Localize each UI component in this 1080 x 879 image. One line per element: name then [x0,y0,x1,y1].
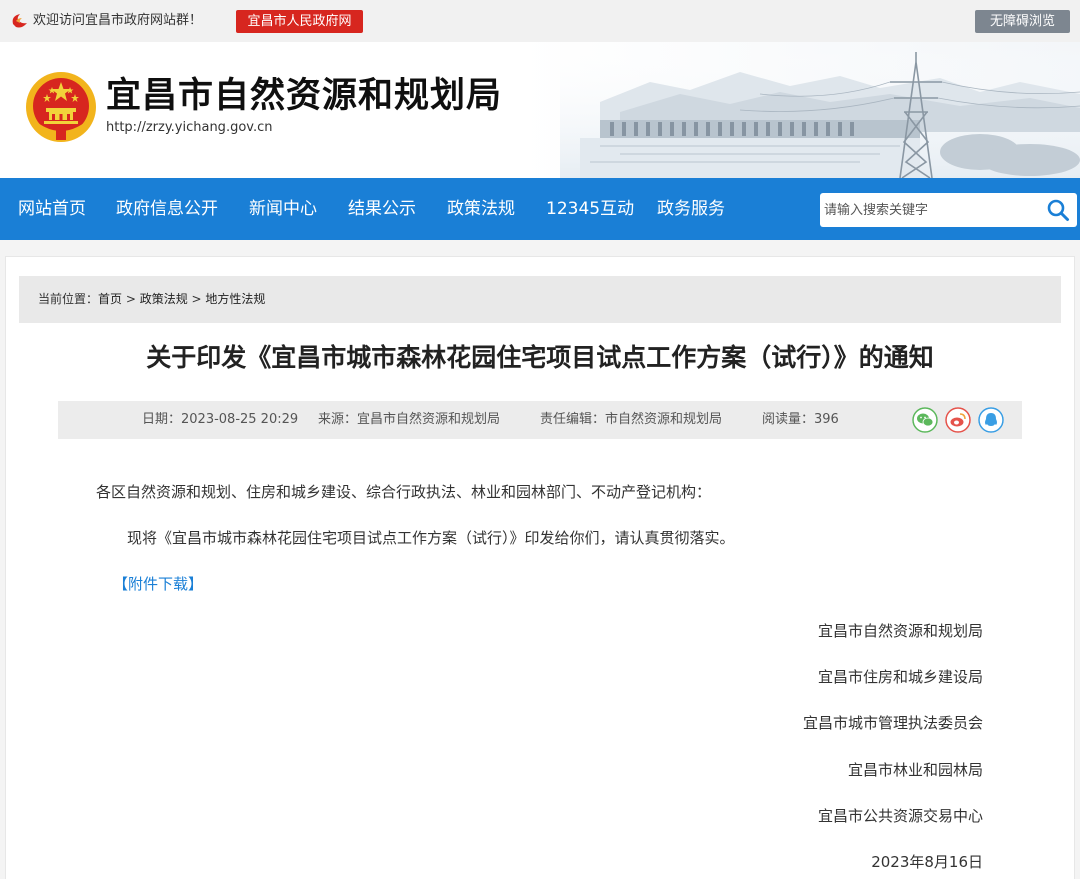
nav-item-12345[interactable]: 12345互动 [546,178,634,240]
breadcrumb-prefix: 当前位置： [38,292,99,306]
signatory: 宜昌市自然资源和规划局 [817,622,983,640]
search-box [820,193,1077,227]
meta-views: 阅读量：396 [762,412,839,427]
site-title: 宜昌市自然资源和规划局 [106,76,503,116]
nav-item-policy[interactable]: 政策法规 [447,178,515,240]
article-meta: 日期：2023-08-25 20:29 来源：宜昌市自然资源和规划局 责任编辑：… [58,401,1022,439]
nav-item-results[interactable]: 结果公示 [348,178,416,240]
site-header: 宜昌市自然资源和规划局 http://zrzy.yichang.gov.cn [0,42,1080,178]
nav-item-news[interactable]: 新闻中心 [249,178,317,240]
signatory: 宜昌市住房和城乡建设局 [817,668,983,686]
weibo-share-icon[interactable] [945,407,971,433]
salutation: 各区自然资源和规划、住房和城乡建设、综合行政执法、林业和园林部门、不动产登记机构… [96,483,712,501]
breadcrumb-separator: > [187,292,206,306]
nav-item-gov-info[interactable]: 政府信息公开 [116,178,218,240]
attachment-download-link[interactable]: 【附件下载】 [113,573,203,595]
qq-share-icon[interactable] [978,407,1004,433]
accessibility-button[interactable]: 无障碍浏览 [975,10,1070,33]
nav-item-home[interactable]: 网站首页 [18,178,86,240]
article-title: 关于印发《宜昌市城市森林花园住宅项目试点工作方案（试行）》的通知 [146,343,934,372]
site-url: http://zrzy.yichang.gov.cn [106,120,273,135]
search-icon[interactable] [1046,198,1070,222]
breadcrumb-policy[interactable]: 政策法规 [140,292,188,306]
search-input[interactable] [820,193,1040,227]
nav-item-services[interactable]: 政务服务 [657,178,725,240]
dam-landscape-illustration [560,42,1080,178]
wechat-share-icon[interactable] [912,407,938,433]
meta-date: 日期：2023-08-25 20:29 [142,412,299,427]
breadcrumb-local-regulations[interactable]: 地方性法规 [205,292,265,306]
meta-source: 来源：宜昌市自然资源和规划局 [318,412,501,427]
breadcrumb: 当前位置：首页 > 政策法规 > 地方性法规 [19,276,1061,323]
signatory: 宜昌市公共资源交易中心 [817,807,983,825]
signatory: 宜昌市城市管理执法委员会 [802,714,983,732]
meta-editor: 责任编辑：市自然资源和规划局 [540,412,723,427]
site-logo-icon [12,14,27,28]
welcome-text: 欢迎访问宜昌市政府网站群！ [33,13,203,28]
national-emblem-icon [26,72,96,142]
city-government-link[interactable]: 宜昌市人民政府网 [236,10,363,33]
main-nav: 网站首页 政府信息公开 新闻中心 结果公示 政策法规 12345互动 政务服务 [0,178,1080,240]
signing-date: 2023年8月16日 [871,853,983,871]
top-bar: 欢迎访问宜昌市政府网站群！ 宜昌市人民政府网 无障碍浏览 [0,0,1080,42]
signatory: 宜昌市林业和园林局 [847,761,983,779]
breadcrumb-separator: > [122,292,140,306]
body-paragraph: 现将《宜昌市城市森林花园住宅项目试点工作方案（试行）》印发给你们，请认真贯彻落实… [127,529,735,547]
breadcrumb-home[interactable]: 首页 [98,292,122,306]
